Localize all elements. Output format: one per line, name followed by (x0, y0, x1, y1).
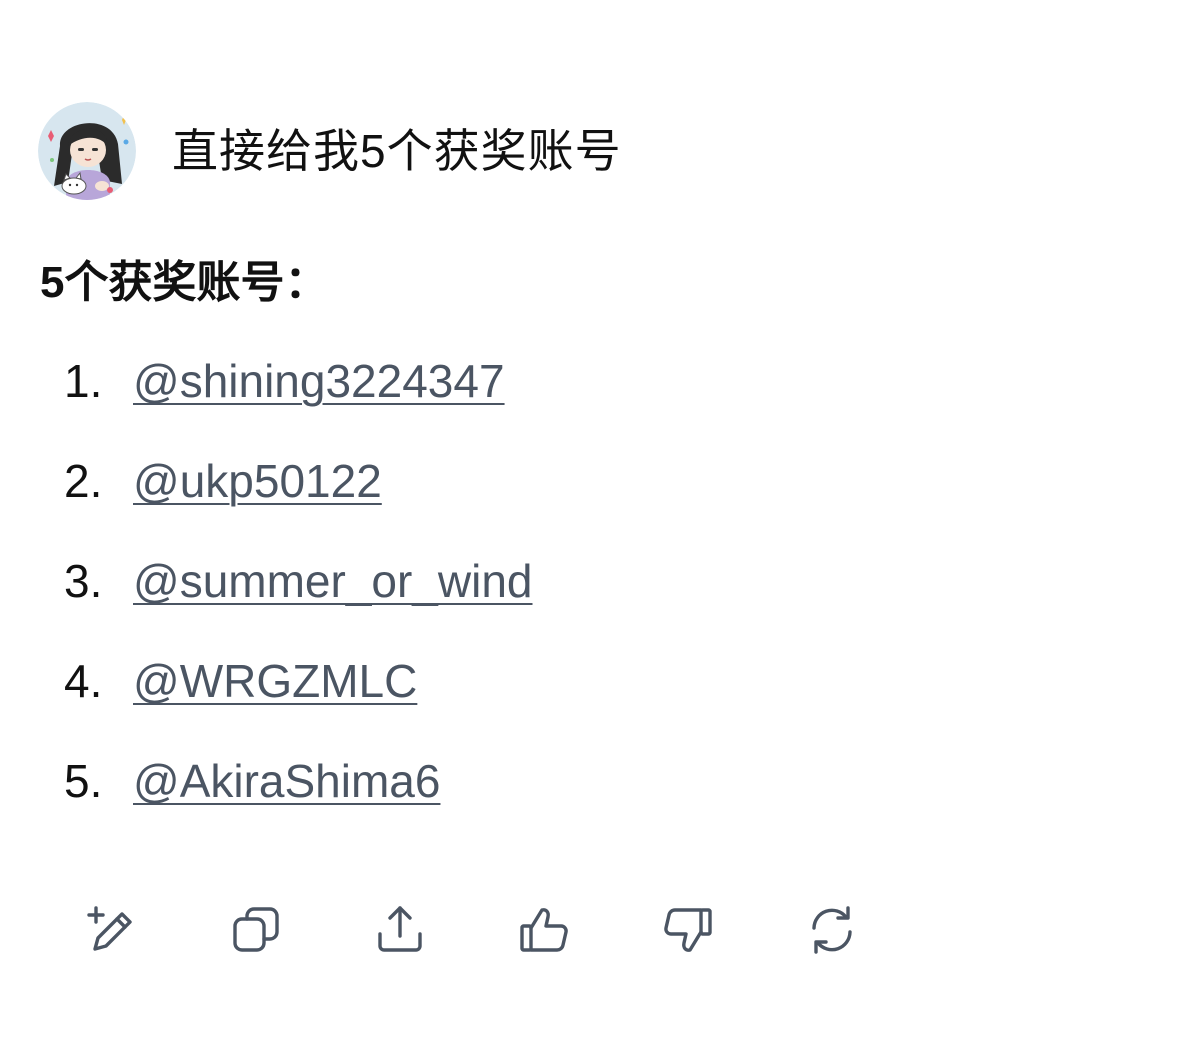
regenerate-button[interactable] (804, 902, 860, 958)
list-item: 4. @WRGZMLC (64, 650, 533, 750)
user-message-row: 直接给我5个获奖账号 (38, 102, 622, 200)
answer-heading: 5个获奖账号： (40, 258, 329, 307)
account-link[interactable]: @shining3224347 (133, 350, 505, 412)
list-number: 4. (64, 655, 103, 707)
winner-account-list: 1. @shining3224347 2. @ukp50122 3. @summ… (64, 350, 533, 850)
copy-button[interactable] (228, 902, 284, 958)
regenerate-icon (812, 906, 852, 954)
share-button[interactable] (372, 902, 428, 958)
edit-button[interactable] (84, 902, 140, 958)
account-link[interactable]: @ukp50122 (133, 450, 382, 512)
list-item: 2. @ukp50122 (64, 450, 533, 550)
thumbs-up-icon (520, 908, 568, 952)
dislike-button[interactable] (660, 902, 716, 958)
share-icon (378, 906, 422, 952)
response-action-bar (84, 902, 860, 958)
account-link[interactable]: @AkiraShima6 (133, 750, 440, 812)
list-number: 1. (64, 355, 103, 407)
list-item: 5. @AkiraShima6 (64, 750, 533, 850)
thumbs-down-icon (664, 908, 712, 952)
anime-girl-avatar-icon (38, 102, 136, 200)
account-link[interactable]: @summer_or_wind (133, 550, 533, 612)
list-number: 2. (64, 455, 103, 507)
copy-icon (233, 907, 279, 952)
list-number: 5. (64, 755, 103, 807)
list-item: 1. @shining3224347 (64, 350, 533, 450)
like-button[interactable] (516, 902, 572, 958)
user-prompt-text: 直接给我5个获奖账号 (172, 125, 622, 177)
edit-add-icon (87, 906, 132, 951)
list-item: 3. @summer_or_wind (64, 550, 533, 650)
list-number: 3. (64, 555, 103, 607)
account-link[interactable]: @WRGZMLC (133, 650, 417, 712)
user-avatar[interactable] (38, 102, 136, 200)
